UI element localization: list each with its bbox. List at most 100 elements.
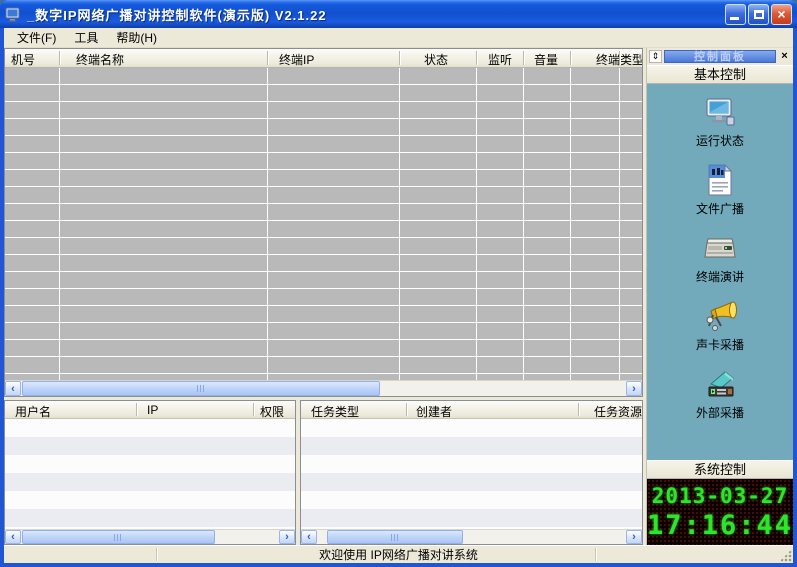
terminals-table-body [5,68,642,380]
column-separator[interactable] [406,403,407,416]
client-area: 文件(F) 工具 帮助(H) 机号 终端名称 终端IP 状态 监听 音量 终端类… [4,28,793,563]
menu-help[interactable]: 帮助(H) [107,28,166,48]
scroll-thumb[interactable] [22,381,380,396]
scroll-left-icon[interactable]: ‹ [5,530,21,544]
statusbar-divider [156,548,157,561]
grid-line [267,68,268,380]
control-panel-titlebar: ⇕ 控制面板 × [647,48,793,65]
scroll-thumb[interactable] [22,530,215,544]
users-hscrollbar[interactable]: ‹ › [5,529,295,544]
scroll-right-icon[interactable]: › [626,530,642,544]
item-terminal-speech[interactable]: 终端演讲 [696,232,744,285]
statusbar-divider [595,548,596,561]
section-basic-control[interactable]: 基本控制 [647,65,793,84]
item-soundcard-capture[interactable]: 声卡采播 [696,300,744,353]
col-monitor[interactable]: 监听 [488,51,512,68]
tasks-hscrollbar[interactable]: ‹ › [301,529,642,544]
grid-line [523,68,524,380]
column-separator[interactable] [619,51,620,65]
maximize-button[interactable] [748,4,769,25]
terminals-table: 机号 终端名称 终端IP 状态 监听 音量 终端类型 [4,48,643,397]
minimize-button[interactable] [725,4,746,25]
col-username[interactable]: 用户名 [15,403,51,419]
users-table: 用户名 IP 权限 ‹ › [4,400,296,545]
item-label: 运行状态 [696,132,744,149]
grid-line [619,68,620,380]
app-icon [5,6,23,22]
grid-line [476,68,477,380]
item-external-capture[interactable]: 外部采播 [696,368,744,421]
section-system-control[interactable]: 系统控制 [647,460,793,479]
digital-clock: 2013-03-27 17:16:44 [647,479,793,545]
status-bar: 欢迎使用 IP网络广播对讲系统 [4,545,793,563]
app-window: _数字IP网络广播对讲控制软件(演示版) V2.1.22 × 文件(F) 工具 … [0,0,797,567]
item-file-broadcast[interactable]: 文件广播 [696,164,744,217]
window-controls: × [725,4,792,25]
scroll-track[interactable] [21,530,279,544]
scroll-left-icon[interactable]: ‹ [301,530,317,544]
panel-close-icon[interactable]: × [778,50,791,63]
file-broadcast-icon [703,164,737,196]
col-task-resource[interactable]: 任务资源 [594,403,642,419]
scroll-right-icon[interactable]: › [279,530,295,544]
column-separator[interactable] [570,51,571,65]
grid-line [570,68,571,380]
col-task-type[interactable]: 任务类型 [311,403,359,419]
scroll-left-icon[interactable]: ‹ [5,381,21,396]
column-separator[interactable] [267,51,268,65]
column-separator[interactable] [253,403,254,416]
scroll-right-icon[interactable]: › [626,381,642,396]
terminals-table-header[interactable]: 机号 终端名称 终端IP 状态 监听 音量 终端类型 [5,49,642,68]
col-status[interactable]: 状态 [424,51,448,68]
maximize-icon [754,10,764,19]
item-label: 声卡采播 [696,336,744,353]
window-title: _数字IP网络广播对讲控制软件(演示版) V2.1.22 [27,5,725,24]
column-separator[interactable] [59,51,60,65]
tasks-table: 任务类型 创建者 任务资源 ‹ › [300,400,643,545]
status-message: 欢迎使用 IP网络广播对讲系统 [319,546,478,563]
item-label: 文件广播 [696,200,744,217]
users-table-header[interactable]: 用户名 IP 权限 [5,401,295,419]
close-button[interactable]: × [771,4,792,25]
titlebar[interactable]: _数字IP网络广播对讲控制软件(演示版) V2.1.22 × [0,0,797,28]
item-run-status[interactable]: 运行状态 [696,96,744,149]
grid-line [399,68,400,380]
control-panel-title[interactable]: 控制面板 [664,50,776,63]
col-creator[interactable]: 创建者 [416,403,452,419]
content-area: 机号 终端名称 终端IP 状态 监听 音量 终端类型 [4,48,793,545]
clock-date: 2013-03-27 [652,483,788,510]
tasks-table-header[interactable]: 任务类型 创建者 任务资源 [301,401,642,419]
minimize-icon [730,17,739,20]
thumb-grip-icon [391,534,400,541]
col-terminal-ip[interactable]: 终端IP [279,51,314,68]
col-machine-no[interactable]: 机号 [11,51,35,68]
bottom-panels: 用户名 IP 权限 ‹ › [4,400,643,545]
collapse-icon[interactable]: ⇕ [649,50,662,63]
menubar: 文件(F) 工具 帮助(H) [4,28,793,48]
control-panel: ⇕ 控制面板 × 基本控制 [646,48,793,545]
scroll-track[interactable] [21,381,626,396]
scroll-thumb[interactable] [327,530,463,544]
item-label: 终端演讲 [696,268,744,285]
menu-file[interactable]: 文件(F) [8,28,65,48]
column-separator[interactable] [578,403,579,416]
column-separator[interactable] [476,51,477,65]
thumb-grip-icon [197,385,206,392]
column-separator[interactable] [399,51,400,65]
terminals-hscrollbar[interactable]: ‹ › [5,380,642,396]
clock-time: 17:16:44 [647,510,793,542]
control-panel-body: 运行状态 [647,84,793,460]
soundcard-capture-icon [703,300,737,332]
users-table-body [5,419,295,529]
column-separator[interactable] [136,403,137,416]
grid-line [59,68,60,380]
col-user-ip[interactable]: IP [147,403,158,417]
column-separator[interactable] [523,51,524,65]
scroll-track[interactable] [317,530,626,544]
col-permission[interactable]: 权限 [260,403,284,419]
external-capture-icon [703,368,737,400]
menu-tools[interactable]: 工具 [65,28,107,48]
resize-grip-icon[interactable] [779,549,792,562]
col-terminal-name[interactable]: 终端名称 [76,51,124,68]
col-volume[interactable]: 音量 [534,51,558,68]
